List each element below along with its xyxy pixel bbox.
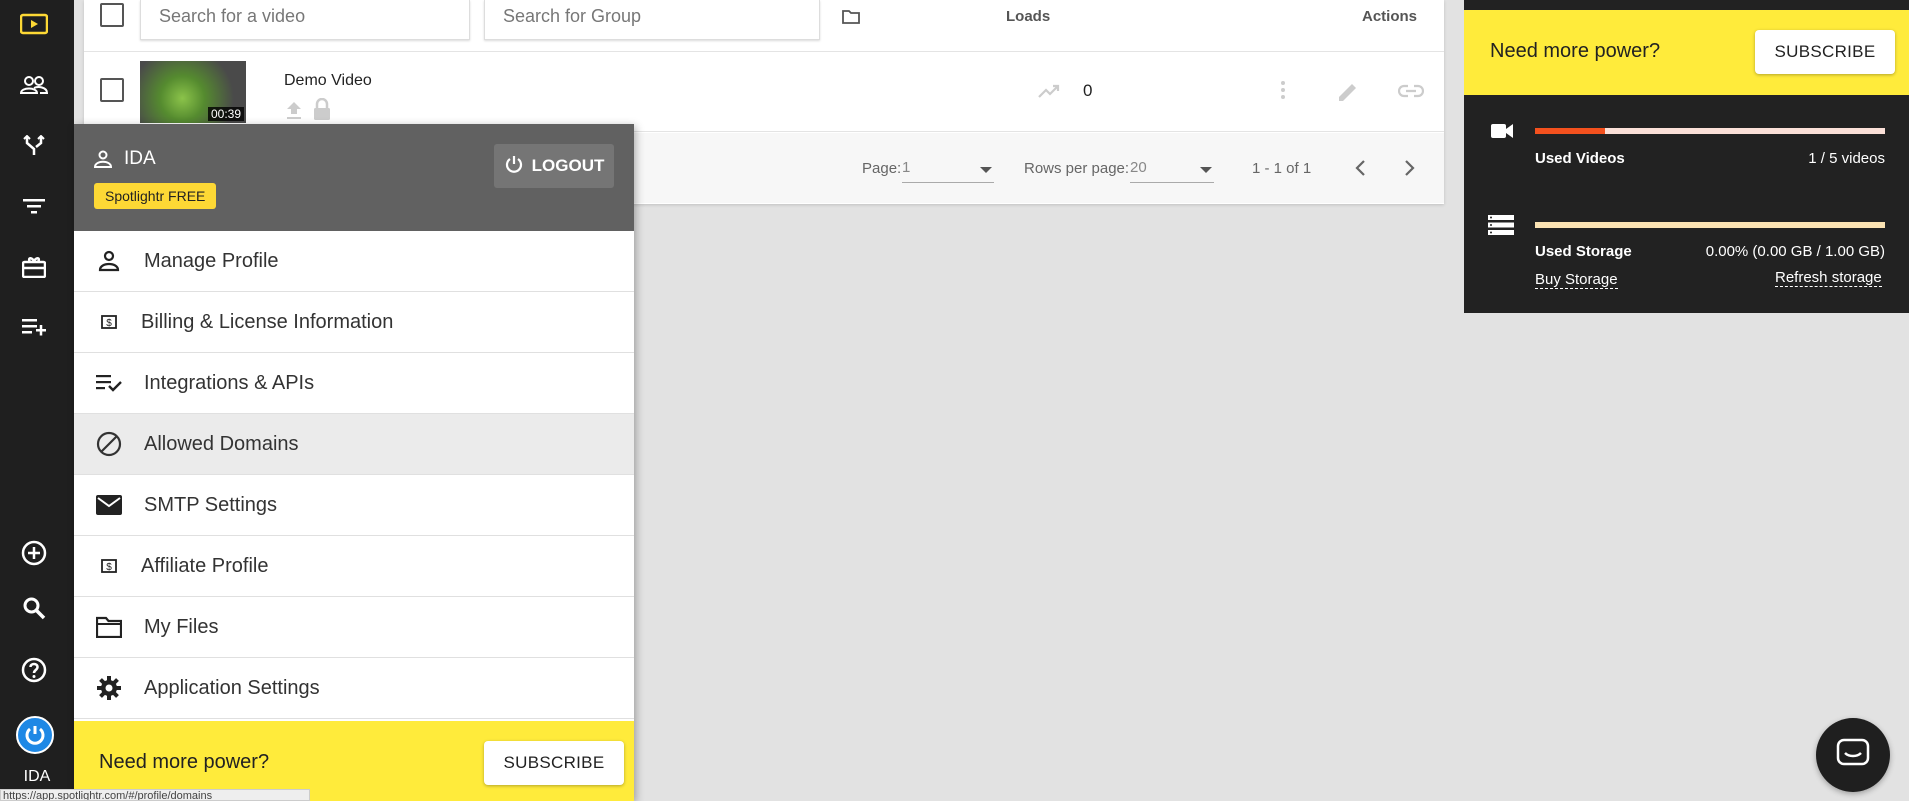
rows-per-page-select[interactable]: 20 <box>1130 159 1214 183</box>
menu-item-label: Affiliate Profile <box>141 554 269 577</box>
logout-button[interactable]: LOGOUT <box>494 144 614 188</box>
col-loads[interactable]: Loads <box>1006 8 1050 25</box>
videocam-icon <box>1490 122 1514 145</box>
svg-text:$: $ <box>106 318 112 329</box>
used-videos-label: Used Videos <box>1535 150 1625 167</box>
page-label: Page: <box>862 160 902 177</box>
menu-item-label: Allowed Domains <box>144 432 299 455</box>
logout-label: LOGOUT <box>531 156 605 175</box>
svg-text:$: $ <box>106 562 112 573</box>
more-vert-icon[interactable] <box>1280 80 1286 105</box>
plan-badge: Spotlightr FREE <box>94 183 217 209</box>
filter-icon[interactable] <box>19 191 49 221</box>
chevron-down-icon <box>980 167 992 173</box>
left-rail: IDA <box>0 0 74 801</box>
videos-icon[interactable] <box>19 10 49 40</box>
page-range: 1 - 1 of 1 <box>1252 160 1312 177</box>
trending-up-icon <box>1038 84 1062 103</box>
chat-button[interactable] <box>1816 718 1890 792</box>
status-url: https://app.spotlightr.com/#/profile/dom… <box>0 789 310 801</box>
profile-menu: IDA Spotlightr FREE LOGOUT Manage Profil… <box>74 124 634 801</box>
col-actions: Actions <box>1362 8 1418 25</box>
gift-icon[interactable] <box>19 252 49 282</box>
money-icon: $ <box>94 551 124 581</box>
loads-count: 0 <box>1083 81 1093 100</box>
upgrade-banner: Need more power? SUBSCRIBE <box>1464 10 1909 95</box>
menu-item-smtp-settings[interactable]: SMTP Settings <box>74 475 634 536</box>
used-videos-value: 1 / 5 videos <box>1808 150 1885 167</box>
menu-subscribe-button[interactable]: SUBSCRIBE <box>484 741 624 785</box>
prev-page-icon[interactable] <box>1354 160 1366 181</box>
lock-icon[interactable] <box>312 97 332 125</box>
edit-icon[interactable] <box>1336 80 1360 109</box>
video-title[interactable]: Demo Video <box>284 72 372 90</box>
rail-user-label[interactable]: IDA <box>0 768 74 786</box>
search-video-input[interactable] <box>159 6 451 27</box>
row-checkbox[interactable] <box>100 78 124 102</box>
video-thumbnail[interactable]: 00:39 <box>140 61 246 123</box>
upload-icon[interactable] <box>285 100 303 125</box>
mail-icon <box>94 490 124 520</box>
menu-item-application-settings[interactable]: Application Settings <box>74 658 634 719</box>
usage-panel: Need more power? SUBSCRIBE Used Videos 1… <box>1464 0 1909 313</box>
upgrade-banner-text: Need more power? <box>1490 40 1661 62</box>
profile-menu-header: IDA Spotlightr FREE LOGOUT <box>74 124 634 231</box>
menu-item-label: Billing & License Information <box>141 310 394 333</box>
menu-item-billing[interactable]: $ Billing & License Information <box>74 292 634 353</box>
menu-item-label: Manage Profile <box>144 249 279 272</box>
menu-item-affiliate-profile[interactable]: $ Affiliate Profile <box>74 536 634 597</box>
funnel-icon[interactable] <box>19 131 49 161</box>
search-icon[interactable] <box>19 593 49 623</box>
videos-usage-fill <box>1535 128 1605 134</box>
power-icon <box>504 154 524 179</box>
folder-icon[interactable] <box>842 9 860 29</box>
rows-per-page-label: Rows per page: <box>1024 160 1130 177</box>
chevron-down-icon <box>1200 167 1212 173</box>
menu-item-integrations[interactable]: Integrations & APIs <box>74 353 634 414</box>
storage-usage-bar <box>1535 222 1885 228</box>
video-duration: 00:39 <box>207 107 244 121</box>
chat-icon <box>1836 738 1870 773</box>
page-select[interactable]: 1 <box>902 159 994 183</box>
next-page-icon[interactable] <box>1404 160 1416 181</box>
menu-item-label: My Files <box>144 615 219 638</box>
search-video-field[interactable] <box>140 0 470 40</box>
used-storage-value: 0.00% (0.00 GB / 1.00 GB) <box>1705 243 1885 260</box>
add-circle-icon[interactable] <box>19 538 49 568</box>
storage-icon <box>1488 215 1514 240</box>
page-select-value: 1 <box>902 159 911 176</box>
avatar[interactable] <box>16 716 54 754</box>
playlist-add-icon[interactable] <box>19 312 49 342</box>
folder-icon <box>94 612 124 642</box>
person-icon <box>93 150 113 173</box>
table-header: Loads Actions <box>84 0 1444 52</box>
playlist-check-icon <box>94 368 124 398</box>
table-row[interactable]: 00:39 Demo Video 0 <box>84 52 1444 132</box>
search-group-input[interactable] <box>503 6 801 27</box>
subscribe-button[interactable]: SUBSCRIBE <box>1755 30 1895 74</box>
used-storage-label: Used Storage <box>1535 243 1632 260</box>
link-icon[interactable] <box>1397 84 1425 103</box>
billing-icon: $ <box>94 307 124 337</box>
select-all-checkbox[interactable] <box>100 3 124 27</box>
block-icon <box>94 429 124 459</box>
menu-item-allowed-domains[interactable]: Allowed Domains <box>74 414 634 475</box>
users-icon[interactable] <box>19 70 49 100</box>
menu-item-label: SMTP Settings <box>144 493 278 516</box>
menu-item-my-files[interactable]: My Files <box>74 597 634 658</box>
refresh-storage-link[interactable]: Refresh storage <box>1775 269 1882 287</box>
menu-upgrade-text: Need more power? <box>99 751 270 773</box>
person-icon <box>94 246 124 276</box>
videos-usage-bar <box>1535 128 1885 134</box>
rows-per-page-value: 20 <box>1130 159 1147 176</box>
menu-username: IDA <box>124 148 156 169</box>
menu-item-label: Application Settings <box>144 676 320 699</box>
gear-icon <box>94 673 124 703</box>
menu-item-manage-profile[interactable]: Manage Profile <box>74 231 634 292</box>
buy-storage-link[interactable]: Buy Storage <box>1535 271 1618 289</box>
search-group-field[interactable] <box>484 0 820 40</box>
menu-item-label: Integrations & APIs <box>144 371 315 394</box>
help-icon[interactable] <box>19 655 49 685</box>
